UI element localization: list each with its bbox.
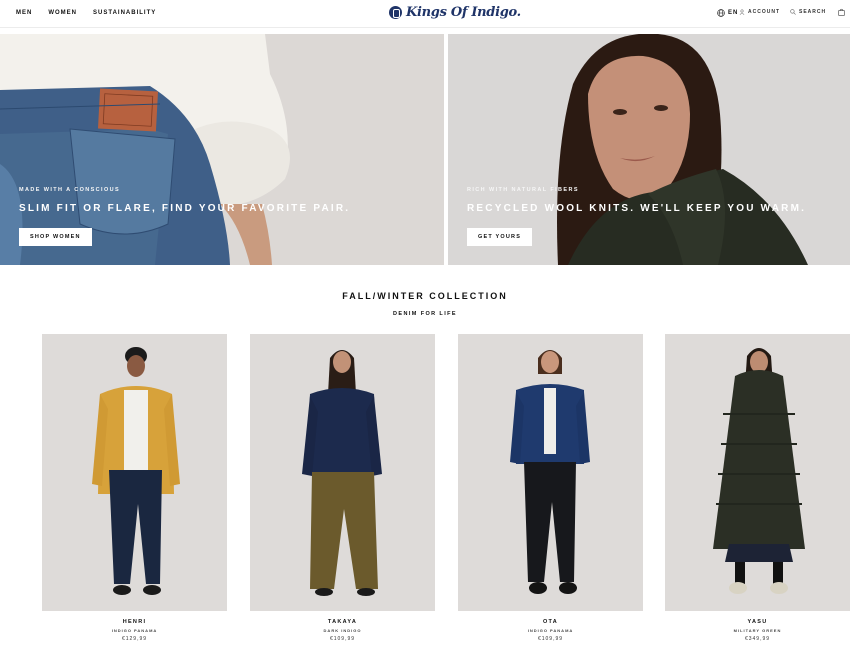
product-card-takaya[interactable]: TAKAYA DARK INDIGO €109,99 [250, 334, 435, 642]
product-info: OTA INDIGO PANAMA €109,99 [458, 619, 643, 642]
hero-left-headline: SLIM FIT OR FLARE, FIND YOUR FAVORITE PA… [19, 203, 351, 214]
search-link[interactable]: SEARCH [790, 9, 826, 15]
nav-sustainability[interactable]: SUSTAINABILITY [93, 10, 156, 16]
product-color: MILITARY GREEN [733, 628, 782, 633]
product-price: €349,99 [744, 636, 771, 642]
product-name: YASU [747, 619, 768, 625]
product-color: INDIGO PANAMA [527, 628, 574, 633]
product-price: €129,99 [121, 636, 148, 642]
nav-women[interactable]: WOMEN [48, 10, 77, 16]
nav-men[interactable]: MEN [16, 10, 32, 16]
account-label: ACCOUNT [748, 9, 780, 15]
product-card-yasu[interactable]: YASU MILITARY GREEN €349,99 [665, 334, 850, 642]
product-image[interactable] [42, 334, 227, 611]
product-price: €109,99 [537, 636, 564, 642]
hero-right-caption: RICH WITH NATURAL FIBERS RECYCLED WOOL K… [467, 187, 806, 214]
product-image[interactable] [665, 334, 850, 611]
product-card-henri[interactable]: HENRI INDIGO PANAMA €129,99 [42, 334, 227, 642]
hero-left-eyebrow: MADE WITH A CONSCIOUS [19, 187, 121, 193]
product-color: INDIGO PANAMA [111, 628, 158, 633]
search-icon [790, 9, 796, 15]
product-price: €109,99 [329, 636, 356, 642]
product-info: TAKAYA DARK INDIGO €109,99 [250, 619, 435, 642]
model-photo [42, 334, 227, 611]
account-link[interactable]: ACCOUNT [739, 9, 780, 15]
hero-right-headline: RECYCLED WOOL KNITS. WE'LL KEEP YOU WARM… [467, 203, 807, 214]
model-photo [250, 334, 435, 611]
cart-button[interactable] [838, 8, 845, 16]
hero-left-caption: MADE WITH A CONSCIOUS SLIM FIT OR FLARE,… [19, 187, 350, 214]
product-name: HENRI [122, 619, 147, 625]
logo-badge-icon [389, 6, 402, 19]
product-info: YASU MILITARY GREEN €349,99 [665, 619, 850, 642]
product-name: TAKAYA [327, 619, 358, 625]
globe-icon [717, 9, 725, 17]
shop-women-button[interactable]: SHOP WOMEN [19, 228, 92, 246]
site-header: MEN WOMEN SUSTAINABILITY Kings Of Indigo… [0, 0, 850, 28]
hero-banner-women[interactable]: MADE WITH A CONSCIOUS SLIM FIT OR FLARE,… [0, 34, 444, 265]
main-nav: MEN WOMEN SUSTAINABILITY [16, 10, 156, 16]
get-yours-button[interactable]: GET YOURS [467, 228, 533, 246]
user-icon [739, 9, 745, 15]
product-name: OTA [542, 619, 559, 625]
logo[interactable]: Kings Of Indigo. [389, 5, 521, 20]
product-color: DARK INDIGO [323, 628, 362, 633]
product-card-ota[interactable]: OTA INDIGO PANAMA €109,99 [458, 334, 643, 642]
hero-right-eyebrow: RICH WITH NATURAL FIBERS [467, 187, 579, 193]
hero-banner-knits[interactable]: RICH WITH NATURAL FIBERS RECYCLED WOOL K… [448, 34, 850, 265]
model-photo [458, 334, 643, 611]
shopping-bag-icon [838, 8, 845, 16]
language-selector[interactable]: EN [717, 9, 738, 17]
language-label: EN [728, 10, 739, 16]
product-info: HENRI INDIGO PANAMA €129,99 [42, 619, 227, 642]
product-image[interactable] [458, 334, 643, 611]
collection-subtitle: DENIM FOR LIFE [393, 311, 457, 317]
search-label: SEARCH [799, 9, 827, 15]
product-image[interactable] [250, 334, 435, 611]
collection-title: FALL/WINTER COLLECTION [342, 291, 508, 301]
logo-text: Kings Of Indigo. [406, 5, 521, 20]
model-photo [665, 334, 850, 611]
